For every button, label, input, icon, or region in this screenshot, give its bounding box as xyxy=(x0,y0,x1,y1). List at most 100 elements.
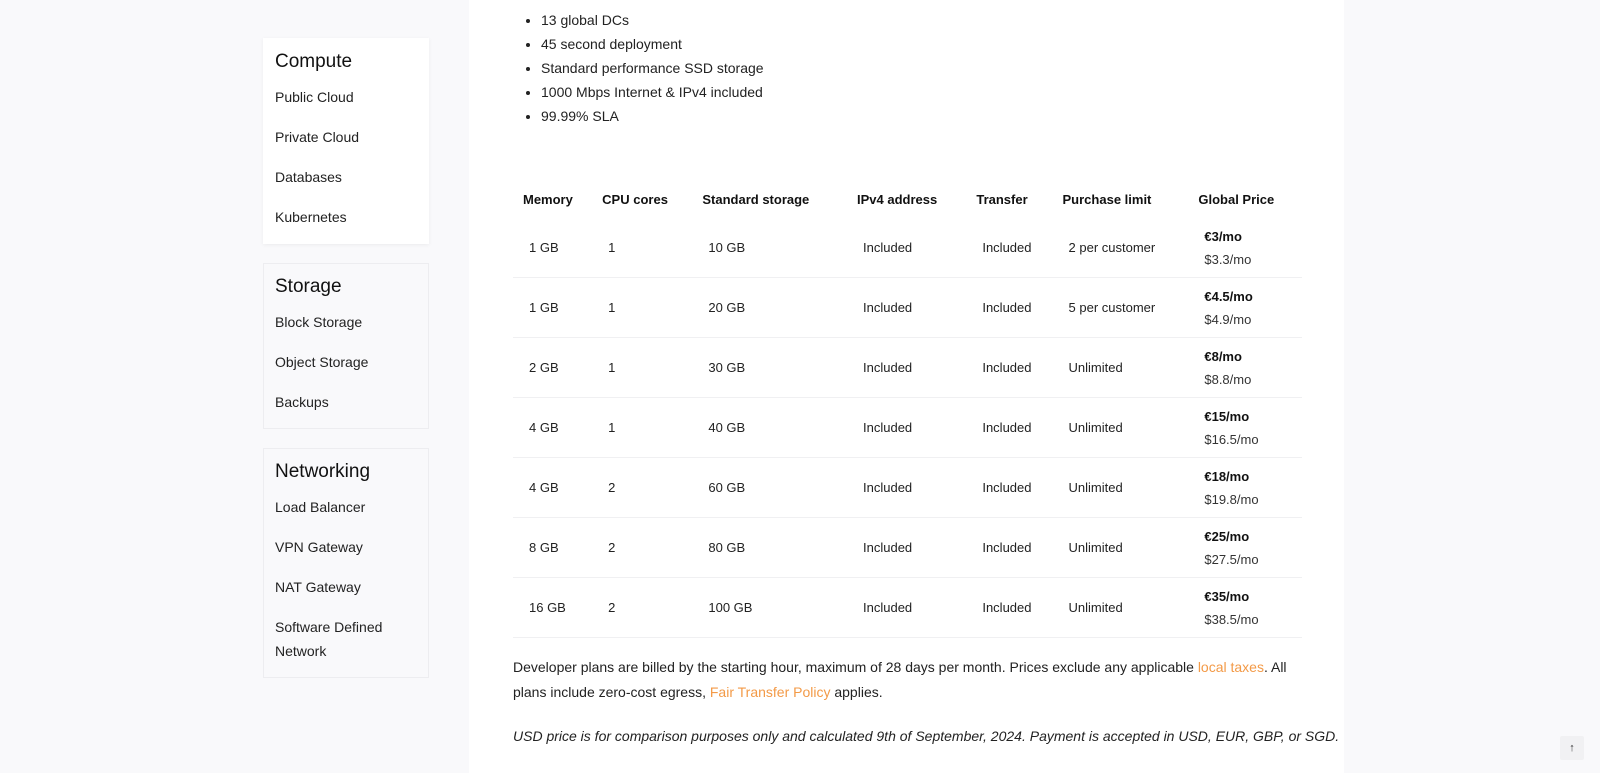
main-content: 13 global DCs45 second deploymentStandar… xyxy=(469,0,1344,773)
cell-memory: 1 GB xyxy=(513,218,593,278)
cell-limit: 2 per customer xyxy=(1052,218,1189,278)
cell-ipv4: Included xyxy=(847,337,967,398)
price-eur: €8/mo xyxy=(1204,348,1242,364)
sidebar-group-networking: Networking Load Balancer VPN Gateway NAT Ga… xyxy=(263,448,429,678)
sidebar-group-compute: Compute Public Cloud Private Cloud Database… xyxy=(263,38,429,244)
feature-item: 99.99% SLA xyxy=(541,104,764,128)
table-row: 16 GB 2 100 GB Included Included Unlimited €35… xyxy=(513,577,1302,638)
sidebar-item-public-cloud[interactable]: Public Cloud xyxy=(275,85,417,125)
price-usd: $4.9/mo xyxy=(1204,311,1252,327)
feature-item: 45 second deployment xyxy=(541,32,764,56)
column-header: Standard storage xyxy=(702,191,810,207)
price-usd: $8.8/mo xyxy=(1204,371,1252,387)
cell-ipv4: Included xyxy=(847,397,967,458)
cell-limit: Unlimited xyxy=(1052,397,1189,458)
cell-ipv4: Included xyxy=(847,277,967,338)
cell-cpu: 1 xyxy=(592,218,693,278)
column-header: Global Price xyxy=(1198,191,1275,207)
cell-transfer: Included xyxy=(966,277,1053,338)
cell-limit: Unlimited xyxy=(1052,577,1189,638)
cell-transfer: Included xyxy=(966,218,1053,278)
price-eur: €15/mo xyxy=(1204,408,1250,424)
cell-memory: 1 GB xyxy=(513,277,593,338)
sidebar-item-kubernetes[interactable]: Kubernetes xyxy=(275,205,417,237)
local-taxes-link[interactable]: local taxes xyxy=(1198,659,1264,675)
cell-price: €18/mo $19.8/mo xyxy=(1188,457,1302,518)
cell-storage: 80 GB xyxy=(692,517,848,578)
cell-limit: Unlimited xyxy=(1052,337,1189,398)
sidebar-group-title: Networking xyxy=(275,461,371,482)
price-eur: €3/mo xyxy=(1204,228,1242,244)
cell-ipv4: Included xyxy=(847,517,967,578)
back-to-top-button[interactable]: ↑ xyxy=(1560,736,1584,760)
sidebar-item-block-storage[interactable]: Block Storage xyxy=(275,310,417,350)
note-text: Developer plans are billed by the starti… xyxy=(513,659,1198,675)
sidebar-item-object-storage[interactable]: Object Storage xyxy=(275,350,417,390)
cell-ipv4: Included xyxy=(847,577,967,638)
cell-price: €25/mo $27.5/mo xyxy=(1188,517,1302,578)
cell-ipv4: Included xyxy=(847,457,967,518)
cell-price: €4.5/mo $4.9/mo xyxy=(1188,277,1302,338)
sidebar-item-backups[interactable]: Backups xyxy=(275,390,417,422)
cell-storage: 10 GB xyxy=(692,218,848,278)
cell-cpu: 2 xyxy=(592,457,693,518)
sidebar-item-nat-gateway[interactable]: NAT Gateway xyxy=(275,575,417,615)
price-eur: €4.5/mo xyxy=(1204,288,1253,304)
feature-item: 13 global DCs xyxy=(541,8,764,32)
cell-memory: 16 GB xyxy=(513,577,593,638)
cell-transfer: Included xyxy=(966,337,1053,398)
billing-note: Developer plans are billed by the starti… xyxy=(513,655,1303,705)
cell-cpu: 2 xyxy=(592,577,693,638)
sidebar-item-private-cloud[interactable]: Private Cloud xyxy=(275,125,417,165)
sidebar: Compute Public Cloud Private Cloud Database… xyxy=(263,38,429,697)
arrow-up-icon: ↑ xyxy=(1569,742,1575,754)
usd-disclaimer: USD price is for comparison purposes onl… xyxy=(513,728,1340,744)
cell-storage: 40 GB xyxy=(692,397,848,458)
cell-memory: 8 GB xyxy=(513,517,593,578)
table-row: 1 GB 1 10 GB Included Included 2 per customer… xyxy=(513,218,1302,278)
cell-transfer: Included xyxy=(966,397,1053,458)
feature-item: 1000 Mbps Internet & IPv4 included xyxy=(541,80,764,104)
cell-price: €3/mo $3.3/mo xyxy=(1188,218,1302,278)
sidebar-item-databases[interactable]: Databases xyxy=(275,165,417,205)
price-usd: $38.5/mo xyxy=(1204,611,1259,627)
sidebar-group-title: Compute xyxy=(275,51,353,72)
cell-transfer: Included xyxy=(966,457,1053,518)
cell-limit: Unlimited xyxy=(1052,457,1189,518)
cell-price: €15/mo $16.5/mo xyxy=(1188,397,1302,458)
price-eur: €25/mo xyxy=(1204,528,1250,544)
sidebar-item-software-defined-network[interactable]: Software Defined Network xyxy=(275,615,417,671)
column-header: Transfer xyxy=(976,191,1028,207)
cell-transfer: Included xyxy=(966,517,1053,578)
sidebar-item-load-balancer[interactable]: Load Balancer xyxy=(275,495,417,535)
table-row: 4 GB 2 60 GB Included Included Unlimited €18/m… xyxy=(513,457,1302,518)
feature-item: Standard performance SSD storage xyxy=(541,56,764,80)
price-eur: €18/mo xyxy=(1204,468,1250,484)
cell-price: €35/mo $38.5/mo xyxy=(1188,577,1302,638)
cell-storage: 60 GB xyxy=(692,457,848,518)
cell-limit: 5 per customer xyxy=(1052,277,1189,338)
table-row: 2 GB 1 30 GB Included Included Unlimited €8/mo… xyxy=(513,337,1302,398)
cell-cpu: 1 xyxy=(592,277,693,338)
cell-cpu: 1 xyxy=(592,337,693,398)
feature-list: 13 global DCs45 second deploymentStandar… xyxy=(513,8,764,128)
column-header: Purchase limit xyxy=(1062,191,1152,207)
column-header: CPU cores xyxy=(602,191,668,207)
sidebar-item-vpn-gateway[interactable]: VPN Gateway xyxy=(275,535,417,575)
cell-limit: Unlimited xyxy=(1052,517,1189,578)
sidebar-group-storage: Storage Block Storage Object Storage Backup… xyxy=(263,263,429,429)
price-usd: $16.5/mo xyxy=(1204,431,1259,447)
cell-storage: 20 GB xyxy=(692,277,848,338)
cell-cpu: 2 xyxy=(592,517,693,578)
table-row: 1 GB 1 20 GB Included Included 5 per customer… xyxy=(513,277,1302,338)
price-usd: $27.5/mo xyxy=(1204,551,1259,567)
pricing-table: Memory CPU cores Standard storage IPv4 addr… xyxy=(513,190,1302,638)
price-eur: €35/mo xyxy=(1204,588,1250,604)
table-row: 4 GB 1 40 GB Included Included Unlimited €15/m… xyxy=(513,397,1302,458)
cell-transfer: Included xyxy=(966,577,1053,638)
table-row: 8 GB 2 80 GB Included Included Unlimited €25/m… xyxy=(513,517,1302,578)
cell-memory: 2 GB xyxy=(513,337,593,398)
cell-storage: 30 GB xyxy=(692,337,848,398)
fair-transfer-policy-link[interactable]: Fair Transfer Policy xyxy=(710,684,831,700)
price-usd: $3.3/mo xyxy=(1204,251,1252,267)
